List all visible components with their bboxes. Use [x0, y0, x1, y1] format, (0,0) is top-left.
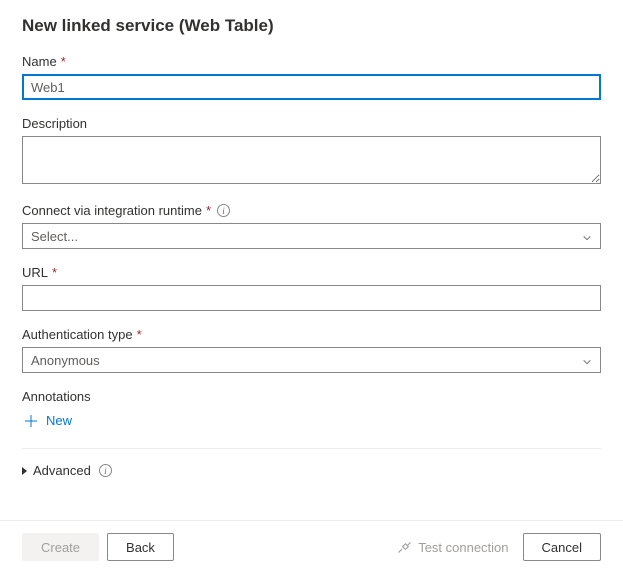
url-field-group: URL * [22, 265, 601, 311]
page-title: New linked service (Web Table) [22, 16, 601, 36]
url-input[interactable] [22, 285, 601, 311]
info-icon[interactable]: i [99, 464, 112, 477]
plus-icon [24, 414, 38, 428]
plug-icon [397, 540, 412, 555]
annotations-field-group: Annotations New [22, 389, 601, 432]
required-indicator: * [137, 327, 142, 342]
runtime-label: Connect via integration runtime * i [22, 203, 601, 218]
divider [22, 448, 601, 449]
chevron-down-icon [582, 355, 592, 365]
url-label: URL * [22, 265, 601, 280]
footer-right: Test connection Cancel [397, 533, 601, 561]
chevron-down-icon [582, 231, 592, 241]
test-connection-button: Test connection [397, 540, 508, 555]
description-field-group: Description [22, 116, 601, 187]
required-indicator: * [61, 54, 66, 69]
info-icon[interactable]: i [217, 204, 230, 217]
advanced-toggle[interactable]: Advanced i [22, 459, 112, 482]
add-annotation-button[interactable]: New [22, 409, 74, 432]
authtype-label: Authentication type * [22, 327, 601, 342]
footer-left: Create Back [22, 533, 174, 561]
linked-service-panel: New linked service (Web Table) Name * De… [0, 0, 623, 482]
back-button[interactable]: Back [107, 533, 174, 561]
annotations-label: Annotations [22, 389, 601, 404]
description-input[interactable] [22, 136, 601, 184]
name-label: Name * [22, 54, 601, 69]
description-label: Description [22, 116, 601, 131]
cancel-button[interactable]: Cancel [523, 533, 601, 561]
footer-bar: Create Back Test connection Cancel [0, 520, 623, 573]
runtime-select[interactable]: Select... [22, 223, 601, 249]
triangle-right-icon [22, 467, 27, 475]
create-button: Create [22, 533, 99, 561]
name-input[interactable] [22, 74, 601, 100]
name-field-group: Name * [22, 54, 601, 100]
required-indicator: * [52, 265, 57, 280]
runtime-field-group: Connect via integration runtime * i Sele… [22, 203, 601, 249]
authtype-select[interactable]: Anonymous [22, 347, 601, 373]
authtype-field-group: Authentication type * Anonymous [22, 327, 601, 373]
required-indicator: * [206, 203, 211, 218]
